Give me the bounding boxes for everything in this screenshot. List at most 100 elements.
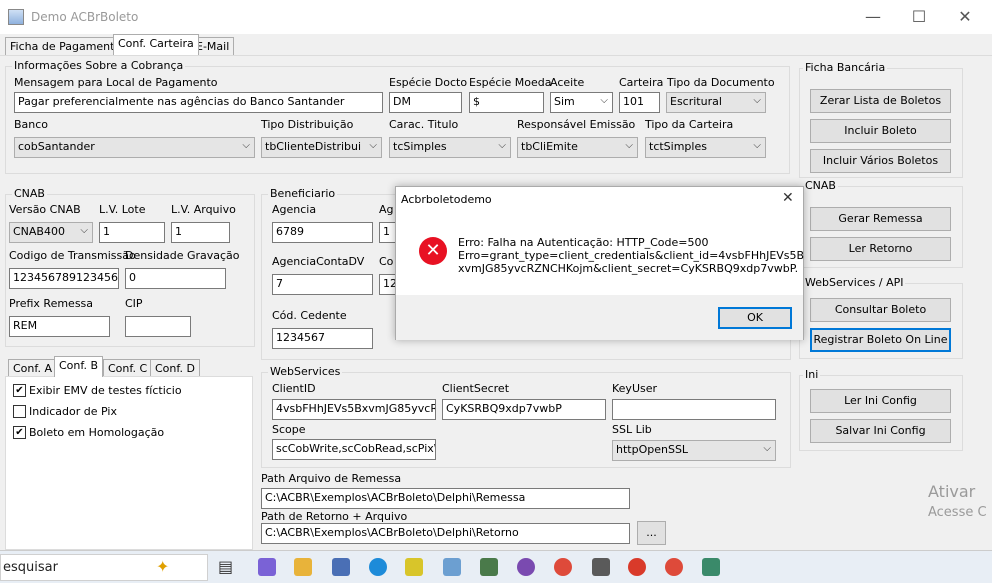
client-id-label: ClientID [272, 382, 316, 395]
carac-titulo-label: Carac. Titulo [389, 118, 459, 131]
cip-field[interactable] [125, 316, 191, 337]
chevron-down-icon: ⌵ [625, 140, 633, 151]
tipo-documento-select[interactable]: Escritural ⌵ [666, 92, 766, 113]
ler-retorno-button[interactable]: Ler Retorno [810, 237, 951, 261]
chevron-down-icon: ⌵ [369, 140, 377, 151]
indicador-pix-label: Indicador de Pix [29, 405, 117, 418]
responsavel-select[interactable]: tbCliEmite ⌵ [517, 137, 638, 158]
activation-watermark-title: Ativar [928, 482, 976, 501]
conf-b-panel [5, 376, 253, 550]
aceite-value: Sim [554, 95, 575, 108]
densidade-field[interactable]: 0 [125, 268, 226, 289]
especie-moeda-field[interactable]: $ [469, 92, 544, 113]
exibir-emv-checkbox[interactable]: ✔ [13, 384, 26, 397]
edge-icon[interactable] [369, 558, 387, 576]
app-icon-3[interactable] [480, 558, 498, 576]
notepad-icon[interactable] [443, 558, 461, 576]
carac-titulo-select[interactable]: tcSimples ⌵ [389, 137, 511, 158]
chevron-down-icon: ⌵ [242, 140, 250, 151]
window-title: Demo ACBrBoleto [31, 10, 139, 24]
consultar-boleto-button[interactable]: Consultar Boleto [810, 298, 951, 322]
agencia-field[interactable]: 6789 [272, 222, 373, 243]
registrar-boleto-button[interactable]: Registrar Boleto On Line [810, 328, 951, 352]
webservices-group-title: WebServices [268, 365, 343, 378]
path-remessa-field[interactable]: C:\ACBR\Exemplos\ACBrBoleto\Delphi\Remes… [261, 488, 630, 509]
banco-value: cobSantander [18, 140, 95, 153]
mensagem-label: Mensagem para Local de Pagamento [14, 76, 218, 89]
delphi-icon[interactable] [628, 558, 646, 576]
file-explorer-icon[interactable] [294, 558, 312, 576]
banco-select[interactable]: cobSantander ⌵ [14, 137, 255, 158]
maximize-button[interactable]: ☐ [896, 0, 942, 34]
homologacao-label: Boleto em Homologação [29, 426, 165, 439]
copilot-icon[interactable] [258, 558, 276, 576]
close-button[interactable]: ✕ [942, 0, 988, 34]
homologacao-checkbox[interactable]: ✔ [13, 426, 26, 439]
ok-button[interactable]: OK [718, 307, 792, 329]
codigo-transmissao-field[interactable]: 12345678912345678 [9, 268, 119, 289]
error-icon: ✕ [419, 237, 447, 265]
prefix-remessa-label: Prefix Remessa [9, 297, 94, 310]
codigo-transmissao-label: Codigo de Transmissão [9, 249, 136, 262]
gerar-remessa-button[interactable]: Gerar Remessa [810, 207, 951, 231]
webservices-api-title: WebServices / API [803, 276, 906, 289]
aceite-select[interactable]: Sim ⌵ [550, 92, 613, 113]
app-icon [8, 9, 24, 25]
dialog-close-icon[interactable]: ✕ [782, 190, 794, 206]
minimize-button[interactable]: — [850, 0, 896, 34]
tipo-distribuicao-select[interactable]: tbClienteDistribui ⌵ [261, 137, 382, 158]
carteira-label: Carteira [619, 76, 664, 89]
mensagem-field[interactable]: Pagar preferencialmente nas agências do … [14, 92, 383, 113]
incluir-varios-button[interactable]: Incluir Vários Boletos [810, 149, 951, 173]
main-window: Demo ACBrBoleto — ☐ ✕ Ficha de Pagamento… [0, 0, 992, 550]
taskbar-search-input[interactable]: esquisar [0, 554, 208, 581]
chrome-icon[interactable] [554, 558, 572, 576]
path-retorno-field[interactable]: C:\ACBR\Exemplos\ACBrBoleto\Delphi\Retor… [261, 523, 630, 544]
tab-conf-b[interactable]: Conf. B [54, 356, 103, 377]
ficha-bancaria-title: Ficha Bancária [803, 61, 888, 74]
tipo-carteira-select[interactable]: tctSimples ⌵ [645, 137, 766, 158]
tab-conf-carteira[interactable]: Conf. Carteira [113, 34, 199, 55]
client-secret-field[interactable]: CyKSRBQ9xdp7vwbP [442, 399, 606, 420]
tipo-documento-value: Escritural [670, 95, 722, 108]
key-user-field[interactable] [612, 399, 776, 420]
app-icon-1[interactable] [332, 558, 350, 576]
ssl-lib-value: httpOpenSSL [616, 443, 689, 456]
key-user-label: KeyUser [612, 382, 658, 395]
incluir-boleto-button[interactable]: Incluir Boleto [810, 119, 951, 143]
title-bar: Demo ACBrBoleto — ☐ ✕ [0, 0, 992, 34]
agencia-label: Agencia [272, 203, 317, 216]
zerar-lista-button[interactable]: Zerar Lista de Boletos [810, 89, 951, 113]
indicador-pix-checkbox[interactable] [13, 405, 26, 418]
especie-docto-field[interactable]: DM [389, 92, 462, 113]
lv-lote-field[interactable]: 1 [99, 222, 165, 243]
error-line-3: xvmJG85yvcRZNCHKojm&client_secret=CyKSRB… [458, 262, 799, 275]
tipo-carteira-value: tctSimples [649, 140, 707, 153]
github-icon[interactable] [517, 558, 535, 576]
lv-arquivo-field[interactable]: 1 [171, 222, 230, 243]
task-view-icon[interactable]: ▤ [218, 557, 233, 576]
browse-retorno-button[interactable]: ... [637, 521, 666, 545]
tab-ficha-pagamento[interactable]: Ficha de Pagamento [5, 37, 127, 56]
carteira-field[interactable]: 101 [619, 92, 660, 113]
prefix-remessa-field[interactable]: REM [9, 316, 110, 337]
app-icon-4[interactable] [702, 558, 720, 576]
cod-cedente-field[interactable]: 1234567 [272, 328, 373, 349]
chevron-down-icon: ⌵ [763, 443, 771, 454]
cnab-right-title: CNAB [803, 179, 838, 192]
chrome-icon-2[interactable] [665, 558, 683, 576]
ler-ini-button[interactable]: Ler Ini Config [810, 389, 951, 413]
path-remessa-label: Path Arquivo de Remessa [261, 472, 402, 485]
chevron-down-icon: ⌵ [600, 95, 608, 106]
tipo-distribuicao-value: tbClienteDistribui [265, 140, 362, 153]
scope-field[interactable]: scCobWrite,scCobRead,scPixWri [272, 439, 436, 460]
salvar-ini-button[interactable]: Salvar Ini Config [810, 419, 951, 443]
ssl-lib-select[interactable]: httpOpenSSL ⌵ [612, 440, 776, 461]
agencia-conta-dv-field[interactable]: 7 [272, 274, 373, 295]
client-id-field[interactable]: 4vsbFHhJEVs5BxvmJG85yvcRZl [272, 399, 436, 420]
app-icon-2[interactable] [405, 558, 423, 576]
versao-cnab-select[interactable]: CNAB400 ⌵ [9, 222, 93, 243]
cip-label: CIP [125, 297, 143, 310]
calculator-icon[interactable] [592, 558, 610, 576]
error-dialog: Acbrboletodemo ✕ ✕ Erro: Falha na Autent… [395, 186, 804, 340]
